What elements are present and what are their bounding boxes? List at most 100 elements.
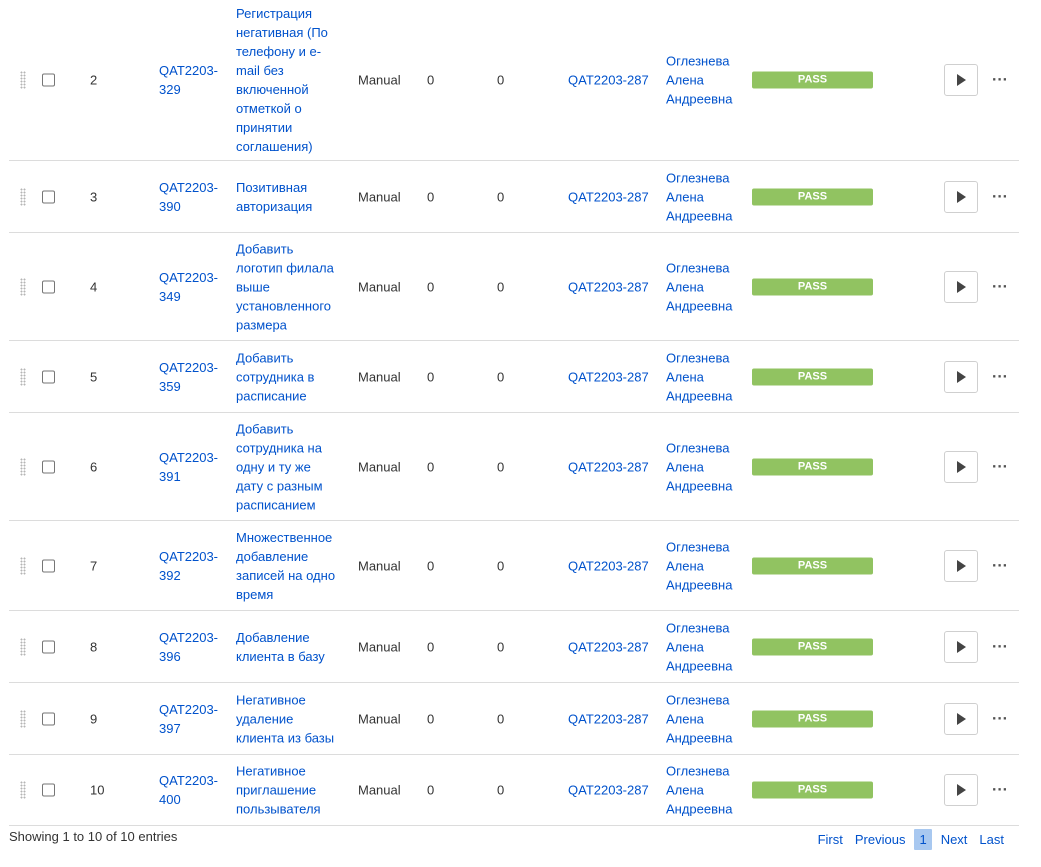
- linked-issue-link[interactable]: QAT2203-287: [568, 71, 649, 90]
- linked-issue-link[interactable]: QAT2203-287: [568, 781, 649, 800]
- play-icon: [957, 640, 966, 653]
- play-button[interactable]: [944, 64, 978, 96]
- play-icon: [957, 712, 966, 725]
- status-badge[interactable]: PASS: [752, 781, 873, 799]
- test-key-link[interactable]: QAT2203-397: [159, 700, 221, 738]
- more-icon[interactable]: ···: [992, 709, 1008, 728]
- row-number: 2: [90, 72, 98, 88]
- test-summary-link[interactable]: Негативное приглашение пользывателя: [236, 762, 339, 819]
- more-icon[interactable]: ···: [992, 187, 1008, 206]
- status-badge[interactable]: PASS: [752, 368, 873, 385]
- more-icon[interactable]: ···: [992, 637, 1008, 656]
- test-summary-link[interactable]: Регистрация негативная (По телефону и e-…: [236, 4, 339, 156]
- test-summary-link[interactable]: Добавить сотрудника на одну и ту же дату…: [236, 419, 339, 514]
- test-key-link[interactable]: QAT2203-390: [159, 178, 221, 216]
- attachments-count: 0: [497, 459, 505, 474]
- drag-handle-icon[interactable]: [20, 709, 26, 728]
- test-summary-link[interactable]: Добавить сотрудника в расписание: [236, 348, 339, 405]
- play-button[interactable]: [944, 549, 978, 582]
- row-number: 8: [90, 639, 98, 654]
- play-button[interactable]: [944, 180, 978, 213]
- linked-issue-link[interactable]: QAT2203-287: [568, 277, 649, 296]
- more-icon[interactable]: ···: [992, 457, 1008, 476]
- attachments-count: 0: [497, 711, 505, 726]
- more-icon[interactable]: ···: [992, 781, 1008, 800]
- linked-issue-link[interactable]: QAT2203-287: [568, 187, 649, 206]
- status-badge[interactable]: PASS: [752, 458, 873, 475]
- play-button[interactable]: [944, 630, 978, 663]
- last-page-link[interactable]: Last: [973, 829, 1010, 850]
- test-key-link[interactable]: QAT2203-396: [159, 628, 221, 666]
- assignee-link[interactable]: Оглезнева Алена Андреевна: [666, 438, 740, 495]
- more-icon[interactable]: ···: [992, 71, 1008, 90]
- play-button[interactable]: [944, 360, 978, 393]
- drag-handle-icon[interactable]: [20, 71, 26, 89]
- test-key-link[interactable]: QAT2203-400: [159, 771, 221, 809]
- play-button[interactable]: [944, 774, 978, 806]
- attachments-count: 0: [497, 279, 505, 294]
- assignee-link[interactable]: Оглезнева Алена Андреевна: [666, 762, 740, 819]
- test-key-link[interactable]: QAT2203-349: [159, 268, 221, 306]
- row-checkbox[interactable]: [42, 73, 55, 87]
- play-button[interactable]: [944, 702, 978, 735]
- status-badge[interactable]: PASS: [752, 71, 873, 89]
- test-summary-link[interactable]: Добавить логотип филала выше установленн…: [236, 239, 339, 334]
- play-button[interactable]: [944, 450, 978, 483]
- assignee-link[interactable]: Оглезнева Алена Андреевна: [666, 690, 740, 747]
- row-number: 6: [90, 459, 98, 474]
- linked-issue-link[interactable]: QAT2203-287: [568, 367, 649, 386]
- more-icon[interactable]: ···: [992, 277, 1008, 296]
- table-row: 3 QAT2203-390 Позитивная авторизация Man…: [9, 161, 1019, 233]
- previous-page-link[interactable]: Previous: [849, 829, 912, 850]
- assignee-link[interactable]: Оглезнева Алена Андреевна: [666, 348, 740, 405]
- drag-handle-icon[interactable]: [20, 556, 26, 575]
- row-checkbox[interactable]: [42, 280, 55, 293]
- next-page-link[interactable]: Next: [935, 829, 974, 850]
- more-icon[interactable]: ···: [992, 367, 1008, 386]
- test-summary-link[interactable]: Негативное удаление клиента из базы: [236, 690, 339, 747]
- linked-issue-link[interactable]: QAT2203-287: [568, 457, 649, 476]
- test-summary-link[interactable]: Позитивная авторизация: [236, 178, 339, 216]
- row-checkbox[interactable]: [42, 712, 55, 725]
- test-summary-link[interactable]: Добавление клиента в базу: [236, 628, 339, 666]
- test-key-link[interactable]: QAT2203-329: [159, 61, 221, 99]
- assignee-link[interactable]: Оглезнева Алена Андреевна: [666, 168, 740, 225]
- status-badge[interactable]: PASS: [752, 188, 873, 205]
- row-number: 3: [90, 189, 98, 204]
- row-checkbox[interactable]: [42, 640, 55, 653]
- drag-handle-icon[interactable]: [20, 781, 26, 799]
- status-badge[interactable]: PASS: [752, 557, 873, 574]
- drag-handle-icon[interactable]: [20, 277, 26, 296]
- test-key-link[interactable]: QAT2203-359: [159, 358, 221, 396]
- assignee-link[interactable]: Оглезнева Алена Андреевна: [666, 618, 740, 675]
- row-checkbox[interactable]: [42, 559, 55, 572]
- first-page-link[interactable]: First: [812, 829, 849, 850]
- test-summary-link[interactable]: Множественное добавление записей на одно…: [236, 528, 339, 604]
- test-key-link[interactable]: QAT2203-392: [159, 547, 221, 585]
- assignee-link[interactable]: Оглезнева Алена Андреевна: [666, 258, 740, 315]
- drag-handle-icon[interactable]: [20, 637, 26, 656]
- status-badge[interactable]: PASS: [752, 278, 873, 295]
- row-checkbox[interactable]: [42, 460, 55, 473]
- test-key-link[interactable]: QAT2203-391: [159, 448, 221, 486]
- linked-issue-link[interactable]: QAT2203-287: [568, 709, 649, 728]
- execution-type: Manual: [358, 279, 401, 294]
- drag-handle-icon[interactable]: [20, 187, 26, 206]
- assignee-link[interactable]: Оглезнева Алена Андреевна: [666, 52, 740, 109]
- drag-handle-icon[interactable]: [20, 367, 26, 386]
- row-checkbox[interactable]: [42, 783, 55, 797]
- execution-type: Manual: [358, 189, 401, 204]
- play-button[interactable]: [944, 270, 978, 303]
- drag-handle-icon[interactable]: [20, 457, 26, 476]
- status-badge[interactable]: PASS: [752, 638, 873, 655]
- row-checkbox[interactable]: [42, 370, 55, 383]
- assignee-link[interactable]: Оглезнева Алена Андреевна: [666, 537, 740, 594]
- play-icon: [957, 280, 966, 293]
- row-checkbox[interactable]: [42, 190, 55, 203]
- current-page[interactable]: 1: [914, 829, 932, 850]
- defects-count: 0: [427, 369, 435, 384]
- linked-issue-link[interactable]: QAT2203-287: [568, 637, 649, 656]
- status-badge[interactable]: PASS: [752, 710, 873, 727]
- more-icon[interactable]: ···: [992, 556, 1008, 575]
- linked-issue-link[interactable]: QAT2203-287: [568, 556, 649, 575]
